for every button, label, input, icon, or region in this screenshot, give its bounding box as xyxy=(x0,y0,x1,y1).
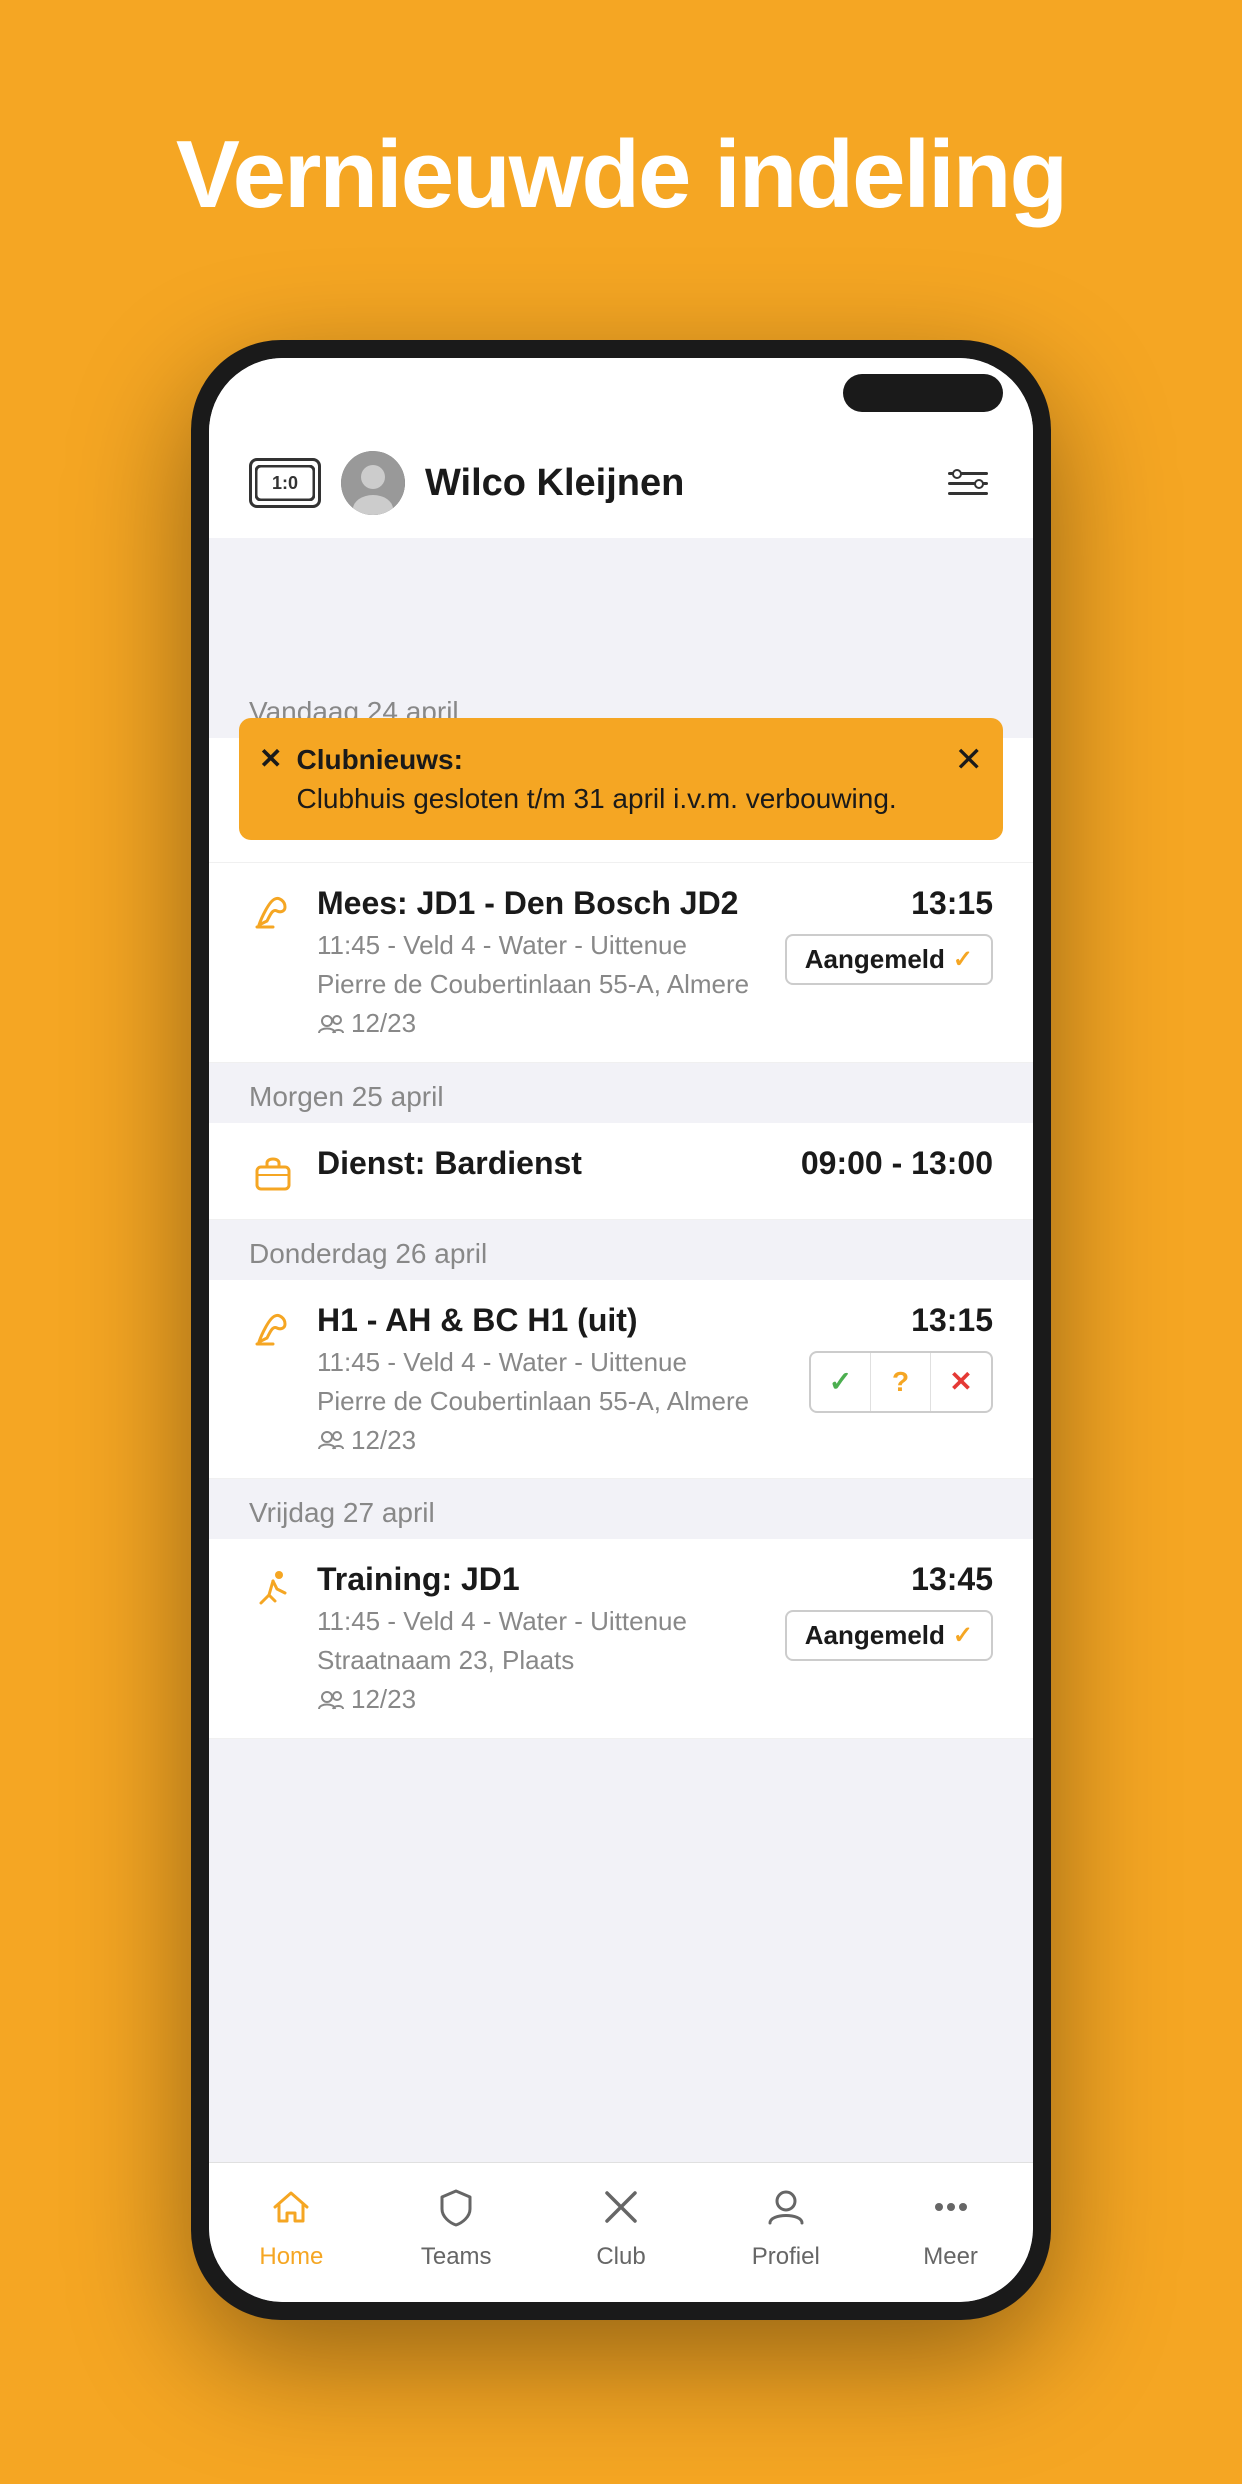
nav-club-label: Club xyxy=(596,2243,645,2271)
event-time-area: 13:45 Aangemeld ✓ xyxy=(785,1561,993,1661)
event-time: 09:00 - 13:00 xyxy=(801,1145,993,1182)
badge-label: Aangemeld xyxy=(805,1620,945,1651)
notif-title: Clubnieuws: xyxy=(296,744,462,775)
event-item: Mees: JD1 - Den Bosch JD2 11:45 - Veld 4… xyxy=(209,863,1033,1063)
home-icon xyxy=(269,2185,313,2237)
shield-icon xyxy=(434,2185,478,2237)
hockey-icon xyxy=(249,889,297,937)
camera-pill xyxy=(843,374,1003,412)
people-icon: 12/23 xyxy=(317,1684,416,1715)
people-count: 12/23 xyxy=(351,1684,416,1715)
event-body: Training: JD1 11:45 - Veld 4 - Water - U… xyxy=(317,1561,765,1716)
people-icon: 12/23 xyxy=(317,1425,416,1456)
phone-frame: 1:0 Wilco Kleijnen xyxy=(191,340,1051,2320)
event-body: H1 - AH & BC H1 (uit) 11:45 - Veld 4 - W… xyxy=(317,1302,789,1457)
phone-top-bar xyxy=(209,358,1033,428)
event-title: Dienst: Bardienst xyxy=(317,1145,781,1182)
people-count: 12/23 xyxy=(351,1425,416,1456)
event-title: Training: JD1 xyxy=(317,1561,765,1598)
event-body: Mees: JD1 - Den Bosch JD2 11:45 - Veld 4… xyxy=(317,885,765,1040)
nav-home[interactable]: Home xyxy=(209,2185,374,2281)
date-header-thursday: Donderdag 26 april xyxy=(209,1220,1033,1280)
event-time: 13:45 xyxy=(911,1561,993,1598)
people-count: 12/23 xyxy=(351,1008,416,1039)
event-item: Dienst: Bardienst 09:00 - 13:00 xyxy=(209,1123,1033,1220)
score-icon[interactable]: 1:0 xyxy=(249,458,321,508)
bottom-nav: Home Teams xyxy=(209,2162,1033,2302)
event-body: Dienst: Bardienst xyxy=(317,1145,781,1186)
nav-profiel-label: Profiel xyxy=(752,2243,820,2271)
notif-x-icon: ✕ xyxy=(259,742,282,775)
app-header: 1:0 Wilco Kleijnen xyxy=(209,428,1033,538)
notif-close-button[interactable]: ✕ xyxy=(955,740,984,780)
aangemeld-badge[interactable]: Aangemeld ✓ xyxy=(785,934,993,985)
check-icon: ✓ xyxy=(953,1621,973,1650)
nav-home-label: Home xyxy=(259,2243,323,2271)
aangemeld-badge[interactable]: Aangemeld ✓ xyxy=(785,1610,993,1661)
people-icon: 12/23 xyxy=(317,1008,416,1039)
attendance-buttons: ✓ ? ✕ xyxy=(809,1351,993,1413)
nav-meer-label: Meer xyxy=(923,2243,978,2271)
page-title: Vernieuwde indeling xyxy=(0,0,1242,290)
user-name: Wilco Kleijnen xyxy=(425,462,923,505)
nav-club[interactable]: Club xyxy=(539,2185,704,2281)
attend-no-button[interactable]: ✕ xyxy=(931,1353,991,1411)
event-title: Mees: JD1 - Den Bosch JD2 xyxy=(317,885,765,922)
event-subtitle: 11:45 - Veld 4 - Water - UittenuePierre … xyxy=(317,1343,789,1421)
briefcase-icon xyxy=(249,1149,297,1197)
phone-screen: 1:0 Wilco Kleijnen xyxy=(209,358,1033,2302)
notification-banner: ✕ Clubnieuws: Clubhuis gesloten t/m 31 a… xyxy=(239,718,1003,840)
person-icon xyxy=(764,2185,808,2237)
filter-icon[interactable] xyxy=(943,458,993,508)
date-header-friday: Vrijdag 27 april xyxy=(209,1479,1033,1539)
event-item: Training: JD1 11:45 - Veld 4 - Water - U… xyxy=(209,1539,1033,1739)
event-time: 13:15 xyxy=(911,1302,993,1339)
event-subtitle: 11:45 - Veld 4 - Water - UittenuePierre … xyxy=(317,926,765,1004)
check-icon: ✓ xyxy=(953,945,973,974)
event-item: H1 - AH & BC H1 (uit) 11:45 - Veld 4 - W… xyxy=(209,1280,1033,1480)
event-time-area: 09:00 - 13:00 xyxy=(801,1145,993,1182)
event-time-area: 13:15 Aangemeld ✓ xyxy=(785,885,993,985)
nav-profiel[interactable]: Profiel xyxy=(703,2185,868,2281)
attend-maybe-button[interactable]: ? xyxy=(871,1353,931,1411)
scroll-content: ✕ Clubnieuws: Clubhuis gesloten t/m 31 a… xyxy=(209,538,1033,2162)
hockey-cross-icon xyxy=(599,2185,643,2237)
nav-meer[interactable]: Meer xyxy=(868,2185,1033,2281)
notif-text: Clubnieuws: Clubhuis gesloten t/m 31 apr… xyxy=(296,740,940,818)
event-time-area: 13:15 ✓ ? ✕ xyxy=(809,1302,993,1413)
badge-label: Aangemeld xyxy=(805,944,945,975)
event-title: H1 - AH & BC H1 (uit) xyxy=(317,1302,789,1339)
running-icon xyxy=(249,1565,297,1613)
avatar xyxy=(341,451,405,515)
date-header-tomorrow: Morgen 25 april xyxy=(209,1063,1033,1123)
nav-teams-label: Teams xyxy=(421,2243,492,2271)
nav-teams[interactable]: Teams xyxy=(374,2185,539,2281)
event-subtitle: 11:45 - Veld 4 - Water - UittenueStraatn… xyxy=(317,1602,765,1680)
svg-text:1:0: 1:0 xyxy=(272,473,298,493)
event-time: 13:15 xyxy=(911,885,993,922)
attend-yes-button[interactable]: ✓ xyxy=(811,1353,871,1411)
dots-icon xyxy=(929,2185,973,2237)
notif-message: Clubhuis gesloten t/m 31 april i.v.m. ve… xyxy=(296,783,896,814)
hockey-icon xyxy=(249,1306,297,1354)
